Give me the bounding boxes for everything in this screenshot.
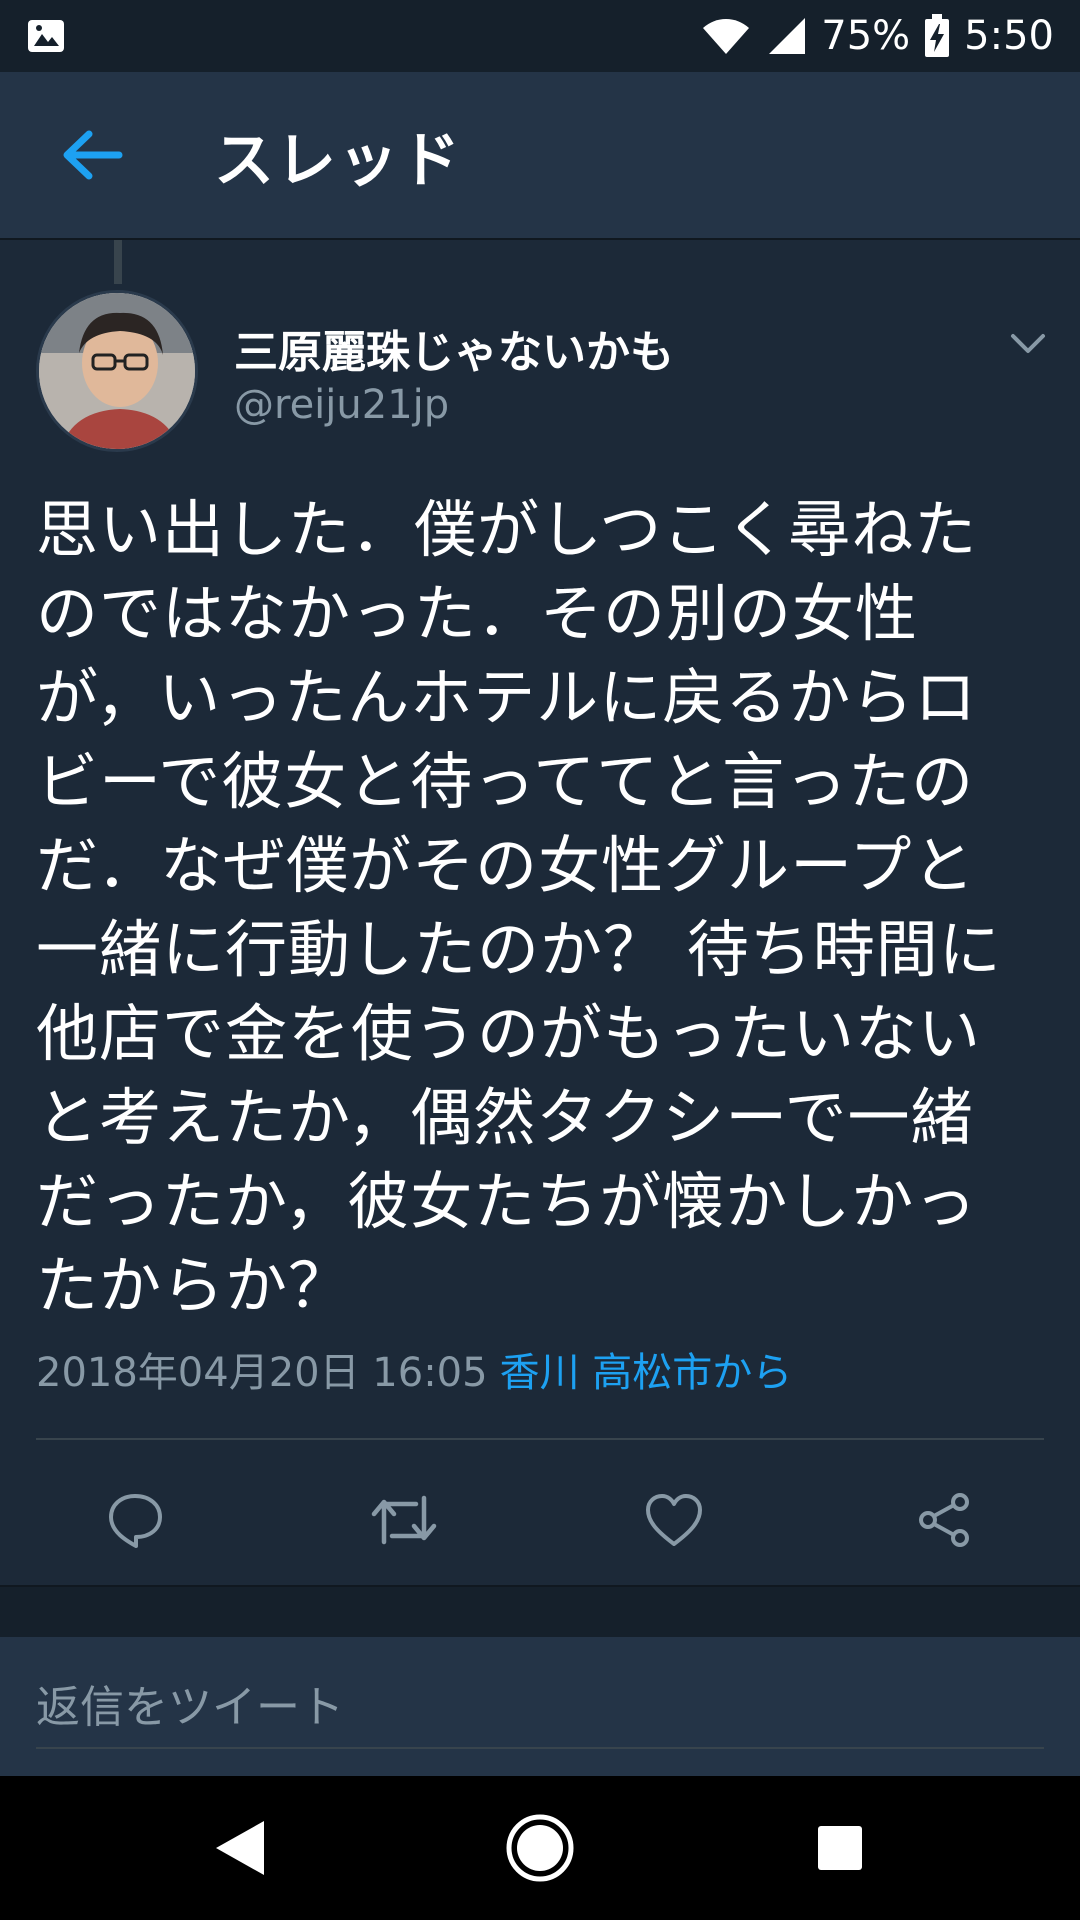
clock: 5:50	[964, 13, 1054, 59]
status-bar: 75% 5:50	[0, 0, 1080, 72]
retweet-button[interactable]	[364, 1480, 444, 1560]
tweet-menu-button[interactable]	[1000, 316, 1056, 372]
share-button[interactable]	[904, 1480, 984, 1560]
tweet-location-link[interactable]: 香川 高松市から	[500, 1350, 793, 1396]
tweet-card[interactable]: 三原麗珠じゃないかも @reiju21jp 思い出した．僕がしつこく尋ねた ので…	[0, 240, 1080, 1585]
wifi-icon	[703, 19, 750, 54]
square-recents-icon	[818, 1826, 862, 1870]
chevron-down-icon	[1011, 334, 1045, 353]
reply-button[interactable]	[95, 1480, 175, 1560]
status-indicators: 75% 5:50	[701, 13, 1054, 59]
gallery-notification-icon	[28, 20, 64, 52]
back-button[interactable]	[40, 103, 144, 207]
battery-charging-icon	[925, 14, 950, 57]
section-gap	[0, 1585, 1080, 1637]
page-title: スレッド	[214, 125, 462, 196]
author-handle[interactable]: @reiju21jp	[234, 382, 449, 428]
retweet-icon	[371, 1495, 437, 1545]
thread-connector-line	[114, 240, 122, 284]
avatar[interactable]	[36, 290, 198, 452]
signal-icon	[769, 18, 806, 54]
like-button[interactable]	[634, 1480, 714, 1560]
tweet-meta: 2018年04月20日 16:05 香川 高松市から	[36, 1340, 792, 1398]
system-nav-bar	[0, 1776, 1080, 1920]
tweet-timestamp: 2018年04月20日 16:05	[36, 1350, 488, 1396]
arrow-left-icon	[63, 130, 123, 180]
author-name[interactable]: 三原麗珠じゃないかも	[234, 316, 674, 380]
home-circle-icon	[506, 1814, 574, 1882]
share-icon	[919, 1493, 969, 1547]
triangle-back-icon	[216, 1821, 264, 1875]
comment-icon	[109, 1494, 162, 1548]
nav-recents-button[interactable]	[800, 1808, 880, 1888]
nav-back-button[interactable]	[200, 1808, 280, 1888]
heart-icon	[646, 1494, 702, 1546]
battery-percent: 75%	[821, 13, 911, 59]
tweet-text: 思い出した．僕がしつこく尋ねた のではなかった．その別の女性 が，いったんホテル…	[36, 493, 1002, 1322]
app-header: スレッド	[0, 72, 1080, 240]
avatar-image	[39, 293, 195, 449]
tweet-actions	[0, 1440, 1080, 1590]
reply-input[interactable]	[36, 1667, 1044, 1749]
reply-bar	[0, 1637, 1080, 1776]
nav-home-button[interactable]	[500, 1808, 580, 1888]
